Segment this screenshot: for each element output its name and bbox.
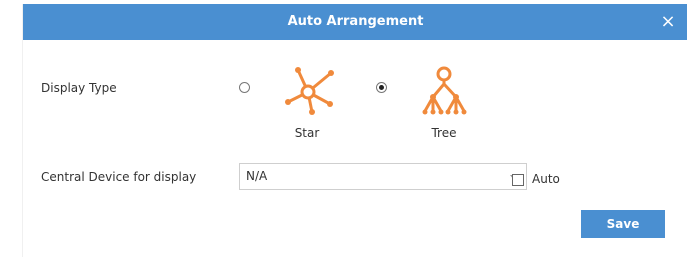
- central-device-select[interactable]: N/A: [239, 163, 527, 190]
- tree-topology-icon: [422, 66, 467, 115]
- central-device-label: Central Device for display: [41, 170, 197, 184]
- radio-star[interactable]: [239, 82, 250, 93]
- auto-checkbox[interactable]: [512, 174, 524, 186]
- auto-label: Auto: [532, 172, 560, 186]
- dialog-title: Auto Arrangement: [287, 14, 424, 29]
- display-type-label: Display Type: [41, 81, 117, 95]
- star-topology-icon: [285, 67, 334, 115]
- star-option-label: Star: [294, 126, 320, 140]
- auto-arrangement-dialog: Auto Arrangement × Display Type Star Tre…: [22, 4, 687, 257]
- save-button[interactable]: Save: [581, 210, 665, 238]
- radio-tree[interactable]: [376, 82, 387, 93]
- dialog-title-bar: Auto Arrangement ×: [23, 4, 687, 40]
- central-device-value: N/A: [246, 169, 268, 183]
- close-icon[interactable]: ×: [658, 12, 678, 32]
- tree-option-label: Tree: [431, 126, 457, 140]
